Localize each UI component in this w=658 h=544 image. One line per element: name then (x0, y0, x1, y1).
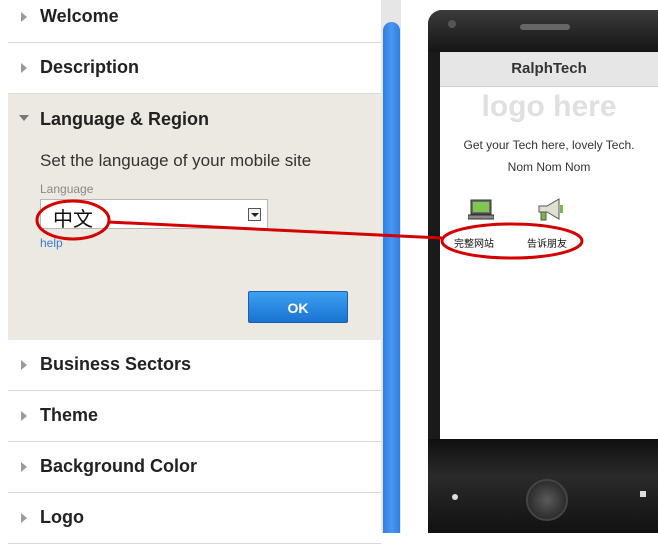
phone-top-bezel (428, 10, 658, 52)
accordion-item-label: Theme (40, 405, 99, 425)
home-button (526, 479, 568, 521)
mobile-site-header: RalphTech (440, 52, 658, 87)
accordion-item-label[interactable]: Language & Region (40, 109, 209, 130)
phone-screen: RalphTech logo here Get your Tech here, … (440, 52, 658, 439)
site-tagline: Get your Tech here, lovely Tech. Nom Nom… (463, 138, 635, 174)
language-select-value: 中文 (53, 207, 93, 231)
accordion-item-description[interactable]: Description (8, 43, 381, 94)
chevron-right-icon (21, 360, 27, 370)
accordion-item-welcome[interactable]: Welcome (8, 0, 381, 43)
phone-bottom-bezel (428, 439, 658, 533)
full-site-label[interactable]: 完整网站 (454, 235, 494, 250)
menu-key-icon (640, 491, 646, 497)
ok-button[interactable]: OK (248, 291, 348, 323)
chevron-right-icon (21, 462, 27, 472)
accordion-item-label: Welcome (40, 6, 119, 26)
chevron-right-icon (21, 12, 27, 22)
speaker-icon (520, 24, 570, 30)
back-key-icon (452, 494, 458, 500)
section-description: Set the language of your mobile site (40, 151, 312, 170)
chevron-right-icon (21, 63, 27, 73)
accordion-item-theme[interactable]: Theme (8, 391, 381, 442)
accordion-item-background-color[interactable]: Background Color (8, 442, 381, 493)
accordion-item-label: Logo (40, 507, 84, 527)
language-field-label: Language (40, 182, 94, 196)
accordion-item-language-region: Language & Region Set the language of yo… (8, 94, 381, 341)
chevron-right-icon (21, 411, 27, 421)
accordion-item-logo[interactable]: Logo (8, 493, 381, 544)
chevron-down-icon[interactable] (19, 115, 29, 121)
language-select[interactable]: 中文 (40, 199, 268, 231)
logo-placeholder: logo here (481, 90, 617, 123)
accordion-item-business-sectors[interactable]: Business Sectors (8, 340, 381, 391)
settings-accordion: Welcome Description Language & Region Se… (8, 0, 381, 544)
chevron-right-icon (21, 513, 27, 523)
dropdown-arrow-icon[interactable] (248, 208, 261, 221)
accordion-item-label: Description (40, 57, 140, 77)
tell-friends-label[interactable]: 告诉朋友 (527, 235, 567, 250)
laptop-icon[interactable] (468, 199, 494, 221)
phone-preview: RalphTech logo here Get your Tech here, … (428, 10, 658, 533)
megaphone-icon[interactable] (537, 197, 565, 223)
help-link[interactable]: help (40, 236, 63, 250)
camera-icon (448, 20, 456, 28)
accordion-item-label: Background Color (40, 456, 198, 476)
accordion-item-label: Business Sectors (40, 354, 192, 374)
scrollbar-thumb[interactable] (383, 22, 400, 533)
